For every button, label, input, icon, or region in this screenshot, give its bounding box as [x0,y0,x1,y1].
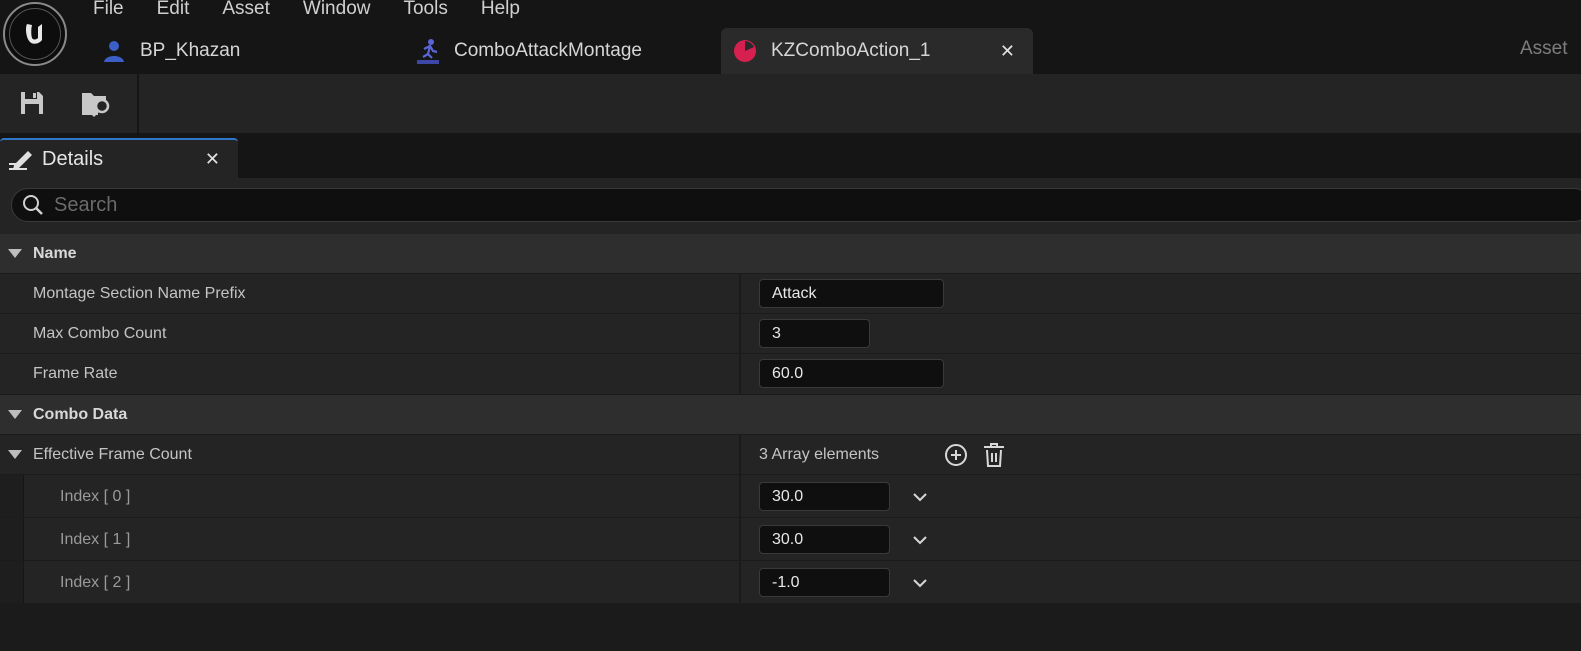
column-splitter[interactable] [739,354,741,394]
trash-icon [984,443,1004,467]
indent-bar [0,475,24,517]
array-index-label: Index [ 1 ] [60,531,131,548]
clear-array-button[interactable] [981,442,1007,468]
array-index-label: Index [ 2 ] [60,574,131,591]
column-splitter[interactable] [739,475,741,517]
menu-window[interactable]: Window [303,0,371,21]
plus-circle-icon [945,444,967,466]
details-tab-label: Details [42,147,104,170]
array-value-field[interactable]: 30.0 [759,482,890,511]
blueprint-character-icon [100,37,128,65]
indent-bar [0,561,24,603]
panel-tab-strip: Details ✕ [0,133,1581,178]
save-icon [21,92,43,114]
property-row-frame-rate: Frame Rate 60.0 [0,354,1581,395]
close-details-icon[interactable]: ✕ [205,149,220,170]
column-splitter[interactable] [739,314,741,353]
search-area [0,178,1581,234]
tab-label: ComboAttackMontage [454,40,642,61]
title-bar: File Edit Asset Window Tools Help BP_Kha… [0,0,1581,74]
details-tab[interactable]: Details ✕ [0,138,238,178]
column-splitter[interactable] [739,561,741,603]
tab-combo-attack-montage[interactable]: ComboAttackMontage [414,28,714,74]
column-splitter[interactable] [739,518,741,560]
property-label: Effective Frame Count [33,446,192,463]
property-row-max-combo: Max Combo Count 3 [0,314,1581,354]
details-pencil-icon [9,151,32,170]
chevron-down-icon[interactable] [911,531,929,549]
collapse-arrow-icon[interactable] [8,249,22,258]
property-label: Montage Section Name Prefix [33,285,246,302]
expand-array-arrow-icon[interactable] [8,450,22,459]
array-value-field[interactable]: -1.0 [759,568,890,597]
close-tab-icon[interactable]: ✕ [1000,41,1015,62]
array-element-row: Index [ 0 ] 30.0 [0,475,1581,518]
collapse-arrow-icon[interactable] [8,410,22,419]
category-name[interactable]: Name [0,234,1581,274]
menu-tools[interactable]: Tools [403,0,447,21]
menu-asset[interactable]: Asset [222,0,270,21]
menu-file[interactable]: File [93,0,124,21]
array-value-field[interactable]: 30.0 [759,525,890,554]
property-label: Max Combo Count [33,325,167,342]
data-asset-icon [731,37,759,65]
max-combo-field[interactable]: 3 [759,319,870,348]
add-element-button[interactable] [943,442,969,468]
search-input[interactable] [54,193,1454,217]
browse-to-asset-button[interactable] [80,86,114,120]
asset-label-truncated[interactable]: Asset [1520,38,1568,60]
property-row-montage-prefix: Montage Section Name Prefix Attack [0,274,1581,314]
array-summary: 3 Array elements [759,446,880,463]
frame-rate-field[interactable]: 60.0 [759,359,944,388]
chevron-down-icon[interactable] [911,574,929,592]
montage-prefix-field[interactable]: Attack [759,279,944,308]
browse-folder-icon [82,93,110,118]
anim-montage-icon [414,37,442,65]
tab-kz-combo-action[interactable]: KZComboAction_1 ✕ [721,28,1033,74]
array-element-row: Index [ 2 ] -1.0 [0,561,1581,604]
tab-label: BP_Khazan [140,40,241,61]
property-row-effective-frames: Effective Frame Count 3 Array elements [0,435,1581,475]
asset-toolbar [0,74,1581,133]
indent-bar [0,518,24,560]
menu-bar: File Edit Asset Window Tools Help [93,0,553,21]
array-element-row: Index [ 1 ] 30.0 [0,518,1581,561]
column-splitter[interactable] [739,274,741,313]
category-title: Combo Data [33,406,128,423]
column-splitter[interactable] [739,435,741,474]
tab-bp-khazan[interactable]: BP_Khazan [100,28,400,74]
menu-edit[interactable]: Edit [157,0,190,21]
save-button[interactable] [15,86,49,120]
category-title: Name [33,245,77,262]
unreal-logo-icon[interactable] [3,2,67,66]
category-combo-data[interactable]: Combo Data [0,395,1581,435]
menu-help[interactable]: Help [481,0,520,21]
tab-label: KZComboAction_1 [771,40,931,61]
toolbar-divider [137,74,139,133]
chevron-down-icon[interactable] [911,488,929,506]
search-icon [23,195,43,215]
search-box[interactable] [11,188,1581,222]
property-label: Frame Rate [33,365,118,382]
array-index-label: Index [ 0 ] [60,488,131,505]
